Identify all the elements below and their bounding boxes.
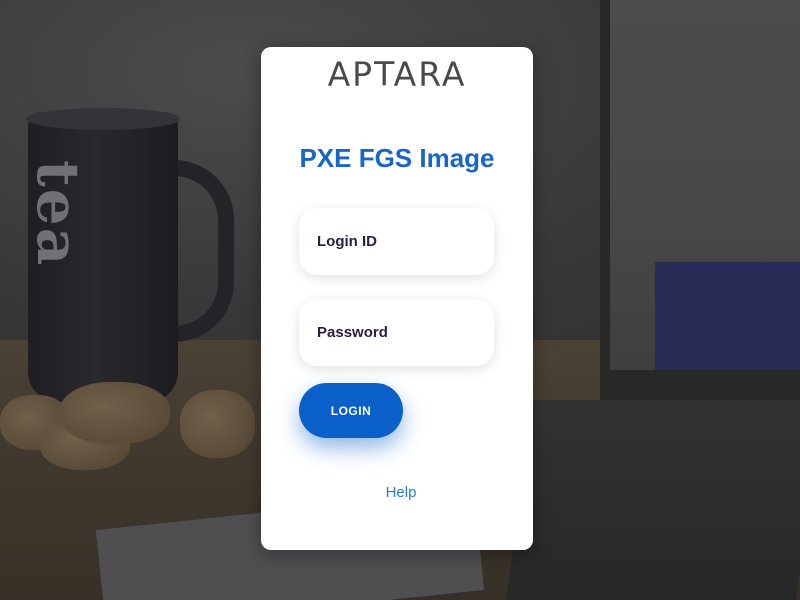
logo-text: APTARA bbox=[327, 54, 467, 94]
help-link[interactable]: Help bbox=[386, 484, 417, 501]
help-container: Help bbox=[261, 484, 533, 502]
password-field[interactable] bbox=[299, 299, 494, 366]
aptara-logo: APTARA bbox=[261, 55, 533, 94]
login-button[interactable]: LOGIN bbox=[299, 383, 403, 438]
login-id-input[interactable] bbox=[315, 232, 489, 251]
login-id-field[interactable] bbox=[299, 208, 494, 275]
password-input[interactable] bbox=[315, 323, 489, 342]
page-title: PXE FGS Image bbox=[299, 143, 495, 173]
login-card: APTARA PXE FGS Image LOGIN Help bbox=[261, 47, 533, 550]
